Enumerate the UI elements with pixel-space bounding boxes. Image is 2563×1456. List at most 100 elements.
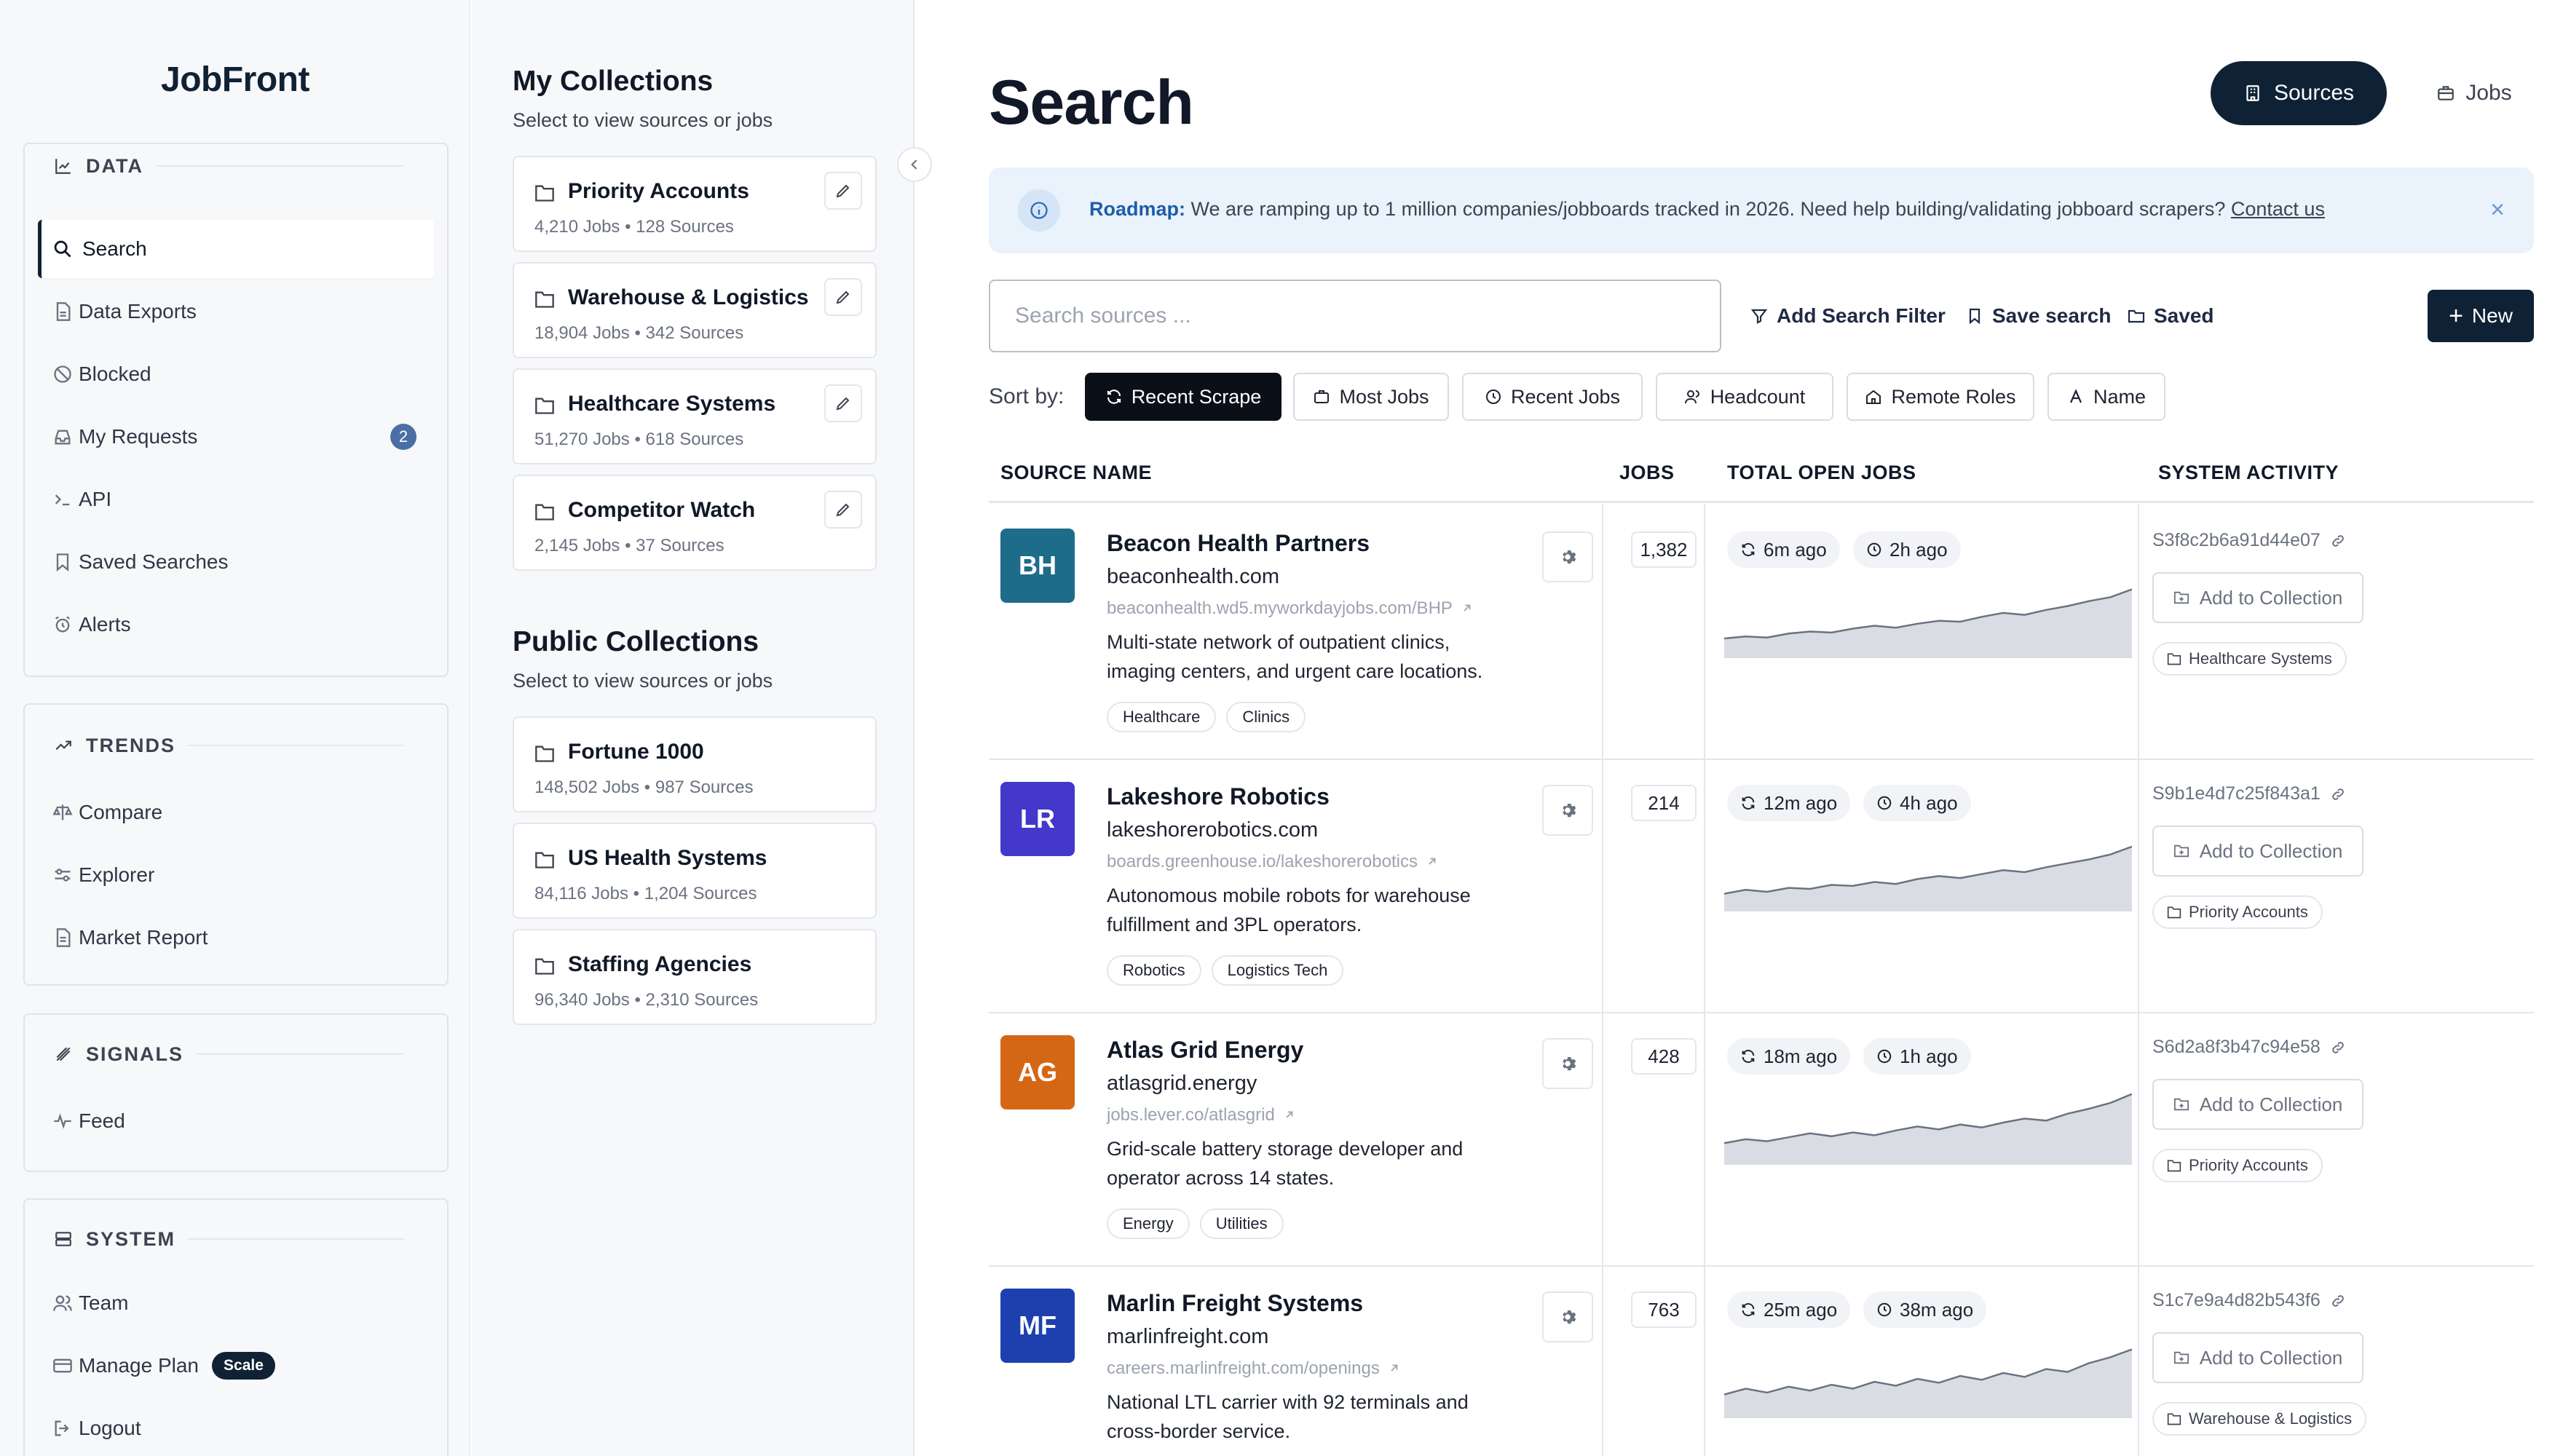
tab-sources[interactable]: Sources (2211, 61, 2387, 125)
saved-searches-button[interactable]: Saved (2128, 301, 2214, 331)
source-tag[interactable]: Clinics (1226, 702, 1306, 732)
collection-pill[interactable]: Priority Accounts (2152, 1149, 2323, 1182)
sort-remote-roles[interactable]: Remote Roles (1847, 373, 2034, 421)
refresh-icon (1742, 1050, 1755, 1063)
source-settings-button[interactable] (1542, 785, 1593, 836)
search-input[interactable] (989, 280, 1721, 352)
add-to-collection-button[interactable]: Add to Collection (2152, 826, 2363, 877)
sidebar-item-logout[interactable]: Logout (38, 1399, 434, 1456)
source-tags: Healthcare Clinics (1107, 702, 1306, 732)
source-id[interactable]: S9b1e4d7c25f843a1 (2152, 783, 2345, 804)
folder-icon (535, 958, 554, 975)
source-tag[interactable]: Healthcare (1107, 702, 1217, 732)
source-board-link[interactable]: careers.marlinfreight.com/openings (1107, 1358, 1400, 1379)
collection-card-competitor-watch[interactable]: Competitor Watch 2,145 Jobs • 37 Sources (513, 475, 877, 571)
source-settings-button[interactable] (1542, 531, 1593, 582)
sidebar-item-saved-searches[interactable]: Saved Searches (38, 533, 434, 591)
column-header-total-open-jobs[interactable]: TOTAL OPEN JOBS (1727, 462, 1916, 484)
column-header-jobs[interactable]: JOBS (1619, 462, 1675, 484)
source-tag[interactable]: Utilities (1199, 1208, 1284, 1239)
source-name[interactable]: Lakeshore Robotics (1107, 783, 1330, 810)
source-name[interactable]: Beacon Health Partners (1107, 530, 1370, 557)
sort-recent-jobs[interactable]: Recent Jobs (1462, 373, 1643, 421)
app-logo[interactable]: JobFront (0, 60, 470, 100)
sidebar-item-blocked[interactable]: Blocked (38, 345, 434, 403)
folder-plus-icon (2173, 1351, 2189, 1364)
source-id[interactable]: S1c7e9a4d82b543f6 (2152, 1290, 2345, 1311)
add-to-collection-button[interactable]: Add to Collection (2152, 1079, 2363, 1130)
table-row[interactable]: AG Atlas Grid Energy atlasgrid.energy jo… (989, 1010, 2534, 1267)
collection-card-priority-accounts[interactable]: Priority Accounts 4,210 Jobs • 128 Sourc… (513, 156, 877, 252)
source-tag[interactable]: Energy (1107, 1208, 1190, 1239)
sort-headcount[interactable]: Headcount (1656, 373, 1833, 421)
column-header-source-name[interactable]: SOURCE NAME (1000, 462, 1152, 484)
column-divider (1602, 1010, 1603, 1265)
add-to-collection-button[interactable]: Add to Collection (2152, 1332, 2363, 1383)
trend-icon (55, 740, 71, 751)
contact-us-link[interactable]: Contact us (2231, 198, 2325, 220)
column-header-system-activity[interactable]: SYSTEM ACTIVITY (2158, 462, 2339, 484)
edit-collection-button[interactable] (824, 172, 862, 210)
folder-icon (535, 185, 554, 202)
add-search-filter-button[interactable]: Add Search Filter (1750, 301, 1946, 331)
sparkline-area (1724, 846, 2132, 911)
sidebar-item-team[interactable]: Team (38, 1274, 434, 1332)
collection-card-healthcare-systems[interactable]: Healthcare Systems 51,270 Jobs • 618 Sou… (513, 368, 877, 464)
source-id[interactable]: S3f8c2b6a91d44e07 (2152, 530, 2345, 551)
link-icon (2331, 788, 2344, 800)
edit-collection-button[interactable] (824, 491, 862, 529)
sidebar-item-explorer[interactable]: Explorer (38, 846, 434, 904)
edit-collection-button[interactable] (824, 384, 862, 422)
source-board-link[interactable]: boards.greenhouse.io/lakeshorerobotics (1107, 852, 1438, 872)
last-job-chip: 1h ago (1863, 1038, 1971, 1075)
sidebar-item-search[interactable]: Search (38, 220, 434, 278)
table-row[interactable]: LR Lakeshore Robotics lakeshorerobotics.… (989, 757, 2534, 1013)
sparkline-area (1724, 1093, 2132, 1165)
sidebar-item-alerts[interactable]: Alerts (38, 596, 434, 654)
add-to-collection-button[interactable]: Add to Collection (2152, 572, 2363, 623)
gear-icon (1563, 1310, 1576, 1324)
source-settings-button[interactable] (1542, 1291, 1593, 1342)
sidebar-item-market-report[interactable]: Market Report (38, 909, 434, 967)
collection-pill[interactable]: Priority Accounts (2152, 895, 2323, 929)
collection-card-us-health-systems[interactable]: US Health Systems 84,116 Jobs • 1,204 So… (513, 823, 877, 919)
sidebar-item-feed[interactable]: Feed (38, 1092, 434, 1150)
source-tags: Energy Utilities (1107, 1208, 1284, 1239)
source-settings-button[interactable] (1542, 1038, 1593, 1089)
sort-recent-scrape[interactable]: Recent Scrape (1085, 373, 1282, 421)
folder-icon (2167, 1160, 2181, 1172)
source-board-link[interactable]: jobs.lever.co/atlasgrid (1107, 1105, 1295, 1125)
source-tag[interactable]: Robotics (1107, 955, 1201, 986)
source-board-link[interactable]: beaconhealth.wd5.myworkdayjobs.com/BHP (1107, 598, 1473, 619)
collection-card-fortune-1000[interactable]: Fortune 1000 148,502 Jobs • 987 Sources (513, 716, 877, 812)
table-row[interactable]: BH Beacon Health Partners beaconhealth.c… (989, 504, 2534, 760)
collapse-panel-button[interactable] (897, 147, 932, 182)
sidebar-item-api[interactable]: API (38, 470, 434, 529)
sidebar-item-data-exports[interactable]: Data Exports (38, 282, 434, 341)
sort-name[interactable]: Name (2047, 373, 2165, 421)
tab-jobs[interactable]: Jobs (2416, 61, 2532, 125)
sidebar-item-my-requests[interactable]: My Requests 2 (38, 408, 434, 466)
collection-pill[interactable]: Healthcare Systems (2152, 642, 2347, 676)
refresh-icon (1742, 1303, 1755, 1316)
new-button[interactable]: + New (2428, 290, 2534, 342)
sort-most-jobs[interactable]: Most Jobs (1293, 373, 1449, 421)
save-search-button[interactable]: Save search (1966, 301, 2111, 331)
column-divider (1704, 757, 1705, 1012)
collection-card-staffing-agencies[interactable]: Staffing Agencies 96,340 Jobs • 2,310 So… (513, 929, 877, 1025)
card-icon (53, 1358, 72, 1373)
source-name[interactable]: Marlin Freight Systems (1107, 1290, 1363, 1317)
collection-card-warehouse-logistics[interactable]: Warehouse & Logistics 18,904 Jobs • 342 … (513, 262, 877, 358)
edit-collection-button[interactable] (824, 278, 862, 316)
sidebar-item-compare[interactable]: Compare (38, 783, 434, 842)
table-row[interactable]: MF Marlin Freight Systems marlinfreight.… (989, 1264, 2534, 1456)
bookmark-icon (1969, 308, 1980, 325)
source-id[interactable]: S6d2a8f3b47c94e58 (2152, 1037, 2345, 1058)
column-divider (1704, 1264, 1705, 1456)
source-tag[interactable]: Logistics Tech (1211, 955, 1344, 986)
close-icon[interactable]: × (2483, 195, 2512, 224)
source-description: Grid-scale battery storage developer and… (1107, 1138, 1464, 1189)
sidebar-item-manage-plan[interactable]: Manage Plan Scale (38, 1337, 434, 1395)
collection-pill[interactable]: Warehouse & Logistics (2152, 1402, 2367, 1436)
source-name[interactable]: Atlas Grid Energy (1107, 1037, 1303, 1064)
